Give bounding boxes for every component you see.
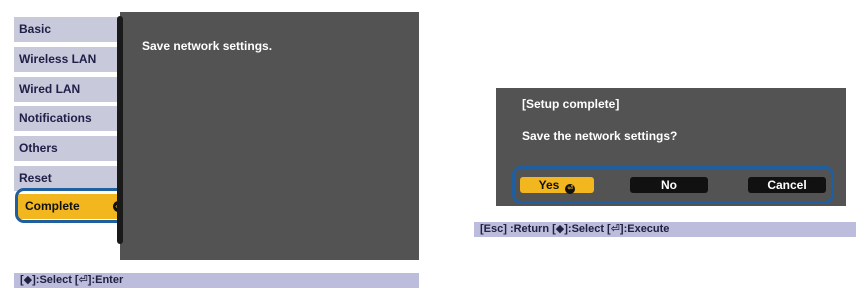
menu-item-label: Wired LAN — [19, 82, 81, 96]
cancel-button[interactable]: Cancel — [748, 177, 826, 193]
menu-item-basic[interactable]: Basic — [14, 17, 122, 42]
enter-return-icon: ⏎ — [565, 184, 576, 194]
yes-button[interactable]: Yes ⏎ — [520, 177, 594, 194]
cancel-button-label: Cancel — [767, 178, 807, 192]
settings-menu: Basic Wireless LAN Wired LAN Notificatio… — [14, 12, 137, 260]
menu-item-label: Reset — [19, 171, 52, 185]
network-settings-screen: Basic Wireless LAN Wired LAN Notificatio… — [14, 12, 419, 260]
no-button-label: No — [661, 178, 677, 192]
menu-item-notifications[interactable]: Notifications — [14, 106, 122, 131]
panel-message: Save network settings. — [142, 39, 273, 53]
menu-item-label: Notifications — [19, 111, 92, 125]
menu-item-wireless-lan[interactable]: Wireless LAN — [14, 47, 122, 72]
setup-complete-dialog: [Setup complete] Save the network settin… — [496, 88, 846, 206]
menu-item-label: Others — [19, 141, 58, 155]
menu-item-others[interactable]: Others — [14, 136, 122, 161]
yes-button-label: Yes — [538, 178, 560, 192]
menu-item-label: Wireless LAN — [19, 52, 97, 66]
menu-item-wired-lan[interactable]: Wired LAN — [14, 77, 122, 102]
right-status-bar: [Esc] :Return [◆]:Select [⏎]:Execute — [474, 222, 856, 237]
no-button[interactable]: No — [630, 177, 708, 193]
dialog-question: Save the network settings? — [522, 129, 678, 143]
left-status-bar: [◆]:Select [⏎]:Enter — [14, 273, 419, 288]
dialog-title: [Setup complete] — [522, 97, 620, 111]
settings-panel: Save network settings. — [120, 12, 419, 260]
panel-separator — [117, 16, 123, 244]
menu-item-label: Basic — [19, 22, 52, 36]
